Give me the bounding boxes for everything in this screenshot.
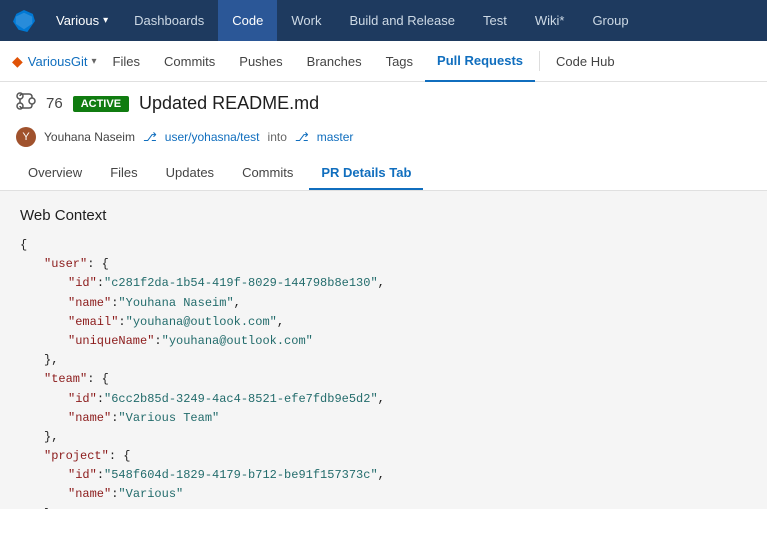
- pr-meta: Y Youhana Naseim ⎇ user/yohasna/test int…: [16, 123, 751, 157]
- top-nav-logo[interactable]: [0, 0, 48, 41]
- repo-nav-pushes[interactable]: Pushes: [227, 41, 294, 82]
- tab-overview[interactable]: Overview: [16, 157, 94, 190]
- repo-name[interactable]: ◆ VariousGit ▾: [12, 53, 97, 70]
- pr-into-text: into: [268, 130, 287, 144]
- avatar: Y: [16, 127, 36, 147]
- repo-nav-items: Files Commits Pushes Branches Tags Pull …: [101, 41, 755, 82]
- top-nav-brand[interactable]: Various ▾: [48, 0, 120, 41]
- pr-title: Updated README.md: [139, 93, 319, 114]
- section-title: Web Context: [20, 207, 747, 224]
- nav-item-code[interactable]: Code: [218, 0, 277, 41]
- code-block: { "user": { "id": "c281f2da-1b54-419f-80…: [20, 236, 747, 509]
- nav-item-dashboards[interactable]: Dashboards: [120, 0, 218, 41]
- content-area: Web Context { "user": { "id": "c281f2da-…: [0, 191, 767, 509]
- repo-diamond-icon: ◆: [12, 53, 23, 70]
- pr-header: 76 ACTIVE Updated README.md Y Youhana Na…: [0, 82, 767, 157]
- repo-nav-code-hub[interactable]: Code Hub: [544, 41, 627, 82]
- pr-author: Youhana Naseim: [44, 130, 135, 144]
- pr-target-branch-icon: ⎇: [295, 130, 309, 144]
- repo-nav-commits[interactable]: Commits: [152, 41, 227, 82]
- pr-active-badge: ACTIVE: [73, 96, 129, 112]
- pr-source-path: user/yohasna/test: [165, 130, 260, 144]
- pr-number: 76: [46, 95, 63, 112]
- repo-nav-tags[interactable]: Tags: [374, 41, 425, 82]
- nav-item-work[interactable]: Work: [277, 0, 335, 41]
- pr-merge-icon: [16, 92, 36, 115]
- pr-title-row: 76 ACTIVE Updated README.md: [16, 92, 751, 115]
- top-nav: Various ▾ Dashboards Code Work Build and…: [0, 0, 767, 41]
- top-nav-items: Dashboards Code Work Build and Release T…: [120, 0, 767, 41]
- tab-pr-details[interactable]: PR Details Tab: [309, 157, 423, 190]
- tab-files[interactable]: Files: [98, 157, 149, 190]
- repo-nav-files[interactable]: Files: [101, 41, 152, 82]
- nav-item-group[interactable]: Group: [578, 0, 642, 41]
- tab-updates[interactable]: Updates: [154, 157, 226, 190]
- tab-commits[interactable]: Commits: [230, 157, 305, 190]
- nav-item-test[interactable]: Test: [469, 0, 521, 41]
- chevron-down-icon: ▾: [92, 56, 97, 67]
- nav-item-build-release[interactable]: Build and Release: [335, 0, 469, 41]
- repo-nav-divider: [539, 51, 540, 71]
- pr-tabs: Overview Files Updates Commits PR Detail…: [0, 157, 767, 191]
- repo-nav: ◆ VariousGit ▾ Files Commits Pushes Bran…: [0, 41, 767, 82]
- pr-target-branch: master: [317, 130, 354, 144]
- nav-item-wiki[interactable]: Wiki*: [521, 0, 579, 41]
- repo-name-label: VariousGit: [28, 54, 88, 69]
- chevron-down-icon: ▾: [103, 15, 108, 26]
- pr-branch-icon: ⎇: [143, 130, 157, 144]
- repo-nav-branches[interactable]: Branches: [295, 41, 374, 82]
- repo-nav-pull-requests[interactable]: Pull Requests: [425, 41, 535, 82]
